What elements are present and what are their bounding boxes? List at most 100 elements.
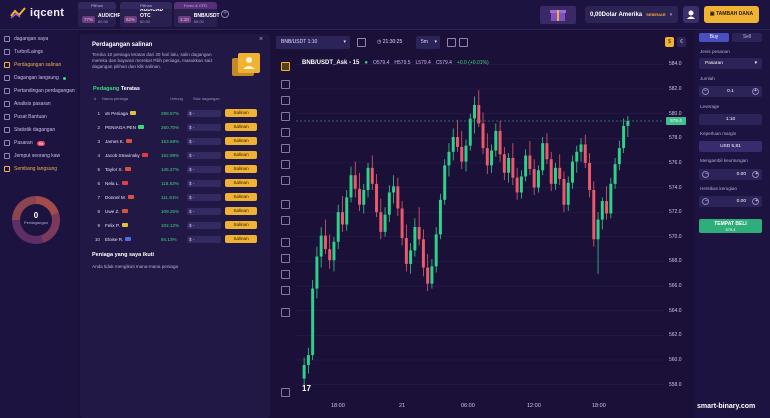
copy-button[interactable]: Salinan: [225, 151, 257, 159]
sidebar-item-turbo[interactable]: Turbo/Laings: [4, 47, 76, 57]
add-asset-icon[interactable]: +: [221, 10, 229, 18]
copy-button[interactable]: Salinan: [225, 179, 257, 187]
stop-loss-input[interactable]: − 0.00 +: [699, 196, 762, 207]
lock-draw-icon[interactable]: [281, 254, 290, 263]
text-icon[interactable]: [281, 128, 290, 137]
col-size: Saiz dagangan: [193, 96, 220, 101]
sidebar-item-analysis[interactable]: Analisis pasaran: [4, 99, 76, 109]
status-dot-icon: ●: [364, 60, 368, 66]
account-selector[interactable]: 0,00Dolar Amerika SEBENAR ▾: [585, 6, 678, 23]
copy-button[interactable]: Salinan: [225, 193, 257, 201]
trader-name[interactable]: Donnel M.: [105, 195, 161, 200]
sell-tab[interactable]: Sell: [732, 33, 762, 42]
eye-icon[interactable]: [281, 286, 290, 295]
plus-icon[interactable]: +: [752, 88, 759, 95]
user-profile-button[interactable]: [683, 6, 699, 23]
asset-tab-3[interactable]: Forex & CFD 1:10 BNB/USDT 60.00: [174, 2, 220, 27]
zoom-icon[interactable]: [281, 216, 290, 225]
sidebar-item-live-trades[interactable]: Dagangan langsung: [4, 73, 76, 83]
trader-name[interactable]: x5 Peniaga: [105, 111, 161, 116]
trader-name[interactable]: PENIAGA PEN: [105, 125, 161, 130]
pattern-icon[interactable]: [281, 144, 290, 153]
candle: [383, 207, 387, 237]
trash-icon[interactable]: [281, 308, 290, 317]
trader-name[interactable]: James K.: [105, 139, 161, 144]
amount-stepper[interactable]: − 0.1 +: [699, 86, 762, 97]
heart-icon[interactable]: [281, 176, 290, 185]
symbol-select[interactable]: BNB/USDT 1:10 ▾: [276, 36, 350, 49]
trade-size-input[interactable]: $ -: [187, 137, 221, 145]
crosshair-icon[interactable]: [281, 62, 290, 71]
candlestick-chart[interactable]: [296, 52, 664, 397]
trade-size-input[interactable]: $ -: [187, 235, 221, 243]
sidebar-item-label: Perdagangan salinan: [14, 62, 62, 68]
measure-icon[interactable]: [281, 160, 290, 169]
compare-icon[interactable]: [357, 38, 366, 47]
plus-icon[interactable]: +: [752, 198, 759, 205]
ruler-icon[interactable]: [281, 200, 290, 209]
take-profit-input[interactable]: − 0.00 +: [699, 169, 762, 180]
close-icon[interactable]: ×: [259, 36, 263, 43]
fullscreen-icon[interactable]: [459, 38, 468, 47]
interval-select[interactable]: 5m ▾: [416, 36, 440, 49]
trade-size-input[interactable]: $ -: [187, 179, 221, 187]
trader-name[interactable]: Eloise R.: [105, 237, 161, 242]
trader-name[interactable]: Nela L.: [105, 181, 161, 186]
candle: [613, 157, 617, 189]
copy-button[interactable]: Salinan: [225, 137, 257, 145]
trader-name[interactable]: Uwe Z.: [105, 209, 161, 214]
magnet-icon[interactable]: [281, 238, 290, 247]
deposit-button[interactable]: ▣ TAMBAH DANA: [704, 6, 759, 23]
indicators-icon[interactable]: [447, 38, 456, 47]
minus-icon[interactable]: −: [702, 198, 709, 205]
asset-tab-1[interactable]: Pilihan 77% AUD/CHF 60.00: [78, 2, 121, 27]
trade-size-input[interactable]: $ -: [187, 193, 221, 201]
currency-usd-button[interactable]: $: [665, 37, 674, 47]
trade-size-input[interactable]: $ -: [187, 123, 221, 131]
asset-tab-2[interactable]: Pilihan 62% AUD/CAD OTC 60.00: [120, 2, 172, 27]
candle: [473, 96, 477, 134]
copy-button[interactable]: Salinan: [225, 221, 257, 229]
copy-button[interactable]: Salinan: [225, 207, 257, 215]
trade-size-input[interactable]: $ -: [187, 221, 221, 229]
minus-icon[interactable]: −: [702, 171, 709, 178]
candle: [524, 149, 528, 182]
copy-button[interactable]: Salinan: [225, 123, 257, 131]
sidebar-item-help[interactable]: Pusat Bantuan: [4, 112, 76, 122]
candle: [519, 170, 523, 199]
sidebar-item-my-trades[interactable]: dagangan saya: [4, 34, 76, 44]
minus-icon[interactable]: −: [702, 88, 709, 95]
candle: [302, 357, 306, 388]
logo[interactable]: iqcent: [10, 7, 64, 19]
place-buy-button[interactable]: TEMPAT BELI 579.4: [699, 219, 762, 233]
leverage-select[interactable]: 1:10: [699, 114, 762, 125]
sidebar-item-copy-trading[interactable]: Perdagangan salinan: [4, 60, 76, 70]
currency-eur-button[interactable]: €: [677, 37, 686, 47]
lock-icon[interactable]: [281, 270, 290, 279]
horizontal-line-icon[interactable]: [281, 96, 290, 105]
sidebar-item-tournaments[interactable]: Pertandingan perdagangan: [4, 86, 76, 96]
sidebar-item-market[interactable]: Pasaran 99: [4, 138, 76, 148]
sidebar-item-statistics[interactable]: Statistik dagangan: [4, 125, 76, 135]
trade-size-input[interactable]: $ -: [187, 165, 221, 173]
copy-button[interactable]: Salinan: [225, 165, 257, 173]
sidebar-item-invite[interactable]: Jemput seorang kaw: [4, 151, 76, 161]
stats-icon: [4, 127, 10, 133]
trade-size-input[interactable]: $ -: [187, 207, 221, 215]
trend-line-icon[interactable]: [281, 80, 290, 89]
trader-name[interactable]: Jacob Stravinsky: [105, 153, 161, 158]
layers-icon[interactable]: [281, 388, 290, 397]
candle: [558, 154, 562, 186]
copy-button[interactable]: Salinan: [225, 109, 257, 117]
brush-icon[interactable]: [281, 112, 290, 121]
trade-size-input[interactable]: $ -: [187, 109, 221, 117]
trader-name[interactable]: Taylor S.: [105, 167, 161, 172]
trader-name[interactable]: Felix P.: [105, 223, 161, 228]
plus-icon[interactable]: +: [752, 171, 759, 178]
promo-banner-icon[interactable]: [540, 6, 576, 24]
sidebar-item-live-chat[interactable]: Sembang langsung: [4, 164, 76, 174]
buy-tab[interactable]: Buy: [699, 33, 729, 42]
copy-button[interactable]: Salinan: [225, 235, 257, 243]
trade-size-input[interactable]: $ -: [187, 151, 221, 159]
order-type-select[interactable]: Pasaran ▾: [699, 58, 762, 69]
